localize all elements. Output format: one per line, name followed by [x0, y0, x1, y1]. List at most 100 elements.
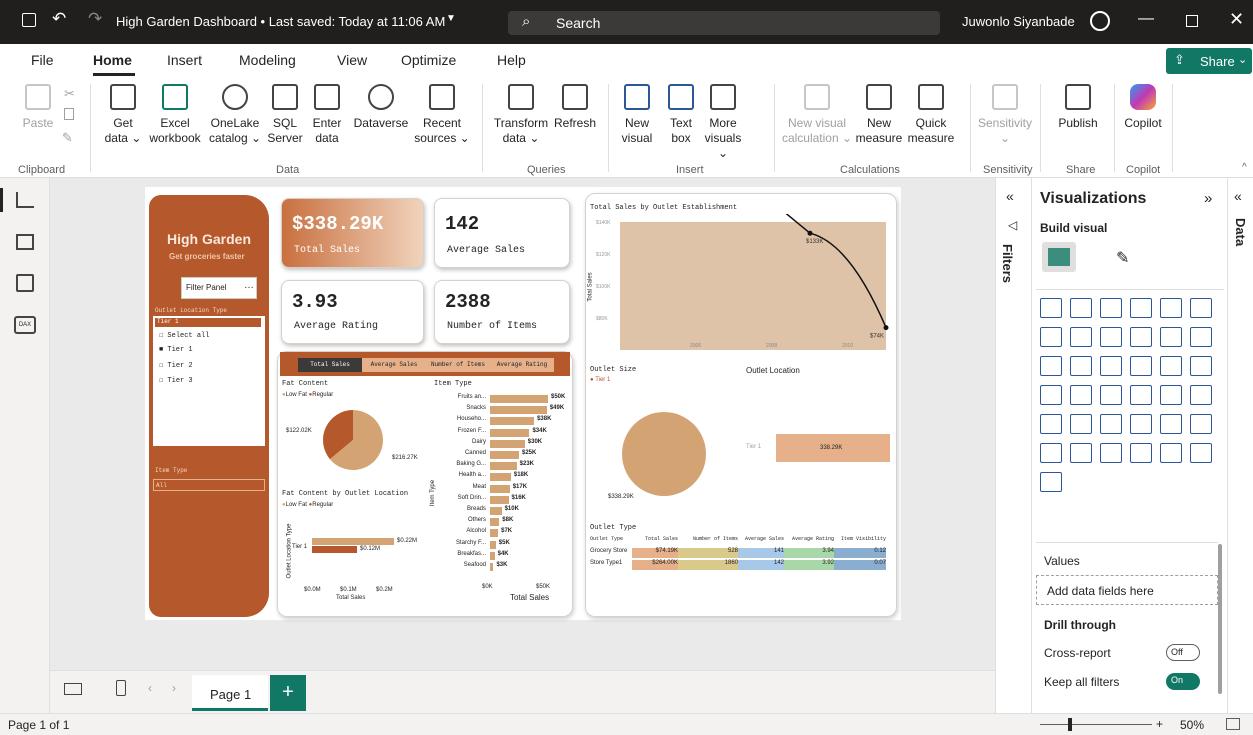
button-number-of-items[interactable]: Number of Items: [426, 358, 490, 372]
slicer-visual-icon[interactable]: [1190, 385, 1212, 405]
tab-view[interactable]: View: [337, 52, 367, 68]
azure-map-visual-icon[interactable]: [1040, 385, 1062, 405]
fit-to-page-icon[interactable]: [1226, 718, 1240, 730]
maximize-button[interactable]: [1186, 15, 1198, 27]
filled-map-visual-icon[interactable]: [1190, 356, 1212, 376]
waterfall-visual-icon[interactable]: [1160, 327, 1182, 347]
slicer-option-tier-3[interactable]: ☐ Tier 3: [159, 376, 193, 385]
mobile-layout-icon[interactable]: [116, 680, 126, 696]
tab-file[interactable]: File: [31, 52, 54, 68]
search-input[interactable]: Search: [556, 15, 600, 31]
scrollbar[interactable]: [1218, 544, 1222, 694]
button-average-sales[interactable]: Average Sales: [362, 358, 426, 372]
cross-report-toggle[interactable]: Off: [1166, 644, 1200, 661]
gauge-visual-icon[interactable]: [1070, 385, 1092, 405]
chevron-down-icon[interactable]: ▼: [446, 13, 456, 24]
zoom-in-icon[interactable]: +: [1156, 717, 1163, 731]
refresh-button[interactable]: Refresh: [552, 82, 598, 131]
filter-panel-button[interactable]: Filter Panel …: [181, 277, 257, 299]
python-visual-icon[interactable]: [1130, 414, 1152, 434]
build-visual-tab[interactable]: [1042, 242, 1076, 272]
zoom-slider[interactable]: [1040, 724, 1152, 725]
key-influencers-visual-icon[interactable]: [1160, 414, 1182, 434]
treemap-visual-icon[interactable]: [1130, 356, 1152, 376]
prev-page-icon[interactable]: ‹: [148, 681, 152, 695]
clustered-column-visual-icon[interactable]: [1160, 298, 1182, 318]
sql-server-button[interactable]: SQL Server: [266, 82, 304, 146]
100-bar-visual-icon[interactable]: [1100, 298, 1122, 318]
values-well[interactable]: Add data fields here: [1036, 575, 1218, 605]
keep-all-filters-toggle[interactable]: On: [1166, 673, 1200, 690]
table-visual-icon[interactable]: [1040, 414, 1062, 434]
tab-home[interactable]: Home: [93, 52, 132, 68]
next-page-icon[interactable]: ›: [172, 681, 176, 695]
quick-measure-button[interactable]: Quick measure: [904, 82, 958, 146]
filters-label[interactable]: Filters: [1000, 244, 1015, 283]
scatter-visual-icon[interactable]: [1040, 356, 1062, 376]
tab-help[interactable]: Help: [497, 52, 526, 68]
map-visual-icon[interactable]: [1160, 356, 1182, 376]
collapse-ribbon-icon[interactable]: ^: [1242, 162, 1247, 173]
decomposition-visual-icon[interactable]: [1190, 414, 1212, 434]
zoom-slider-thumb[interactable]: [1068, 718, 1072, 731]
collapse-filters-icon[interactable]: «: [1006, 188, 1014, 204]
add-page-button[interactable]: +: [270, 675, 306, 711]
donut-visual-icon[interactable]: [1100, 356, 1122, 376]
slicer-option-tier-2[interactable]: ☐ Tier 2: [159, 361, 193, 370]
text-box-button[interactable]: Text box: [664, 82, 698, 146]
desktop-layout-icon[interactable]: [64, 683, 82, 695]
get-data-button[interactable]: Get data ⌄: [102, 82, 144, 146]
dax-query-view-icon[interactable]: DAX: [14, 316, 36, 334]
tab-insert[interactable]: Insert: [167, 52, 202, 68]
qa-visual-icon[interactable]: [1040, 443, 1062, 463]
stacked-area-visual-icon[interactable]: [1100, 327, 1122, 347]
kpi-visual-icon[interactable]: [1160, 385, 1182, 405]
user-name[interactable]: Juwonlo Siyanbade: [962, 14, 1075, 29]
tab-optimize[interactable]: Optimize: [401, 52, 456, 68]
stacked-column-visual-icon[interactable]: [1130, 298, 1152, 318]
publish-button[interactable]: Publish: [1052, 82, 1104, 131]
dataverse-button[interactable]: Dataverse: [350, 82, 412, 131]
more-options-icon[interactable]: …: [244, 280, 254, 291]
area-visual-icon[interactable]: [1070, 327, 1092, 347]
expand-icon[interactable]: »: [1204, 190, 1212, 207]
copilot-button[interactable]: Copilot: [1118, 82, 1168, 131]
tab-modeling[interactable]: Modeling: [239, 52, 296, 68]
slicer-dropdown[interactable]: Tier 1: [155, 318, 261, 327]
search-box[interactable]: ⌕ Search: [508, 11, 940, 35]
data-label[interactable]: Data: [1233, 218, 1248, 246]
report-view-icon[interactable]: [16, 192, 34, 208]
multi-card-visual-icon[interactable]: [1130, 385, 1152, 405]
more-visual-icon[interactable]: [1040, 472, 1062, 492]
clustered-bar-visual-icon[interactable]: [1070, 298, 1092, 318]
100-column-visual-icon[interactable]: [1190, 298, 1212, 318]
page-tab-page-1[interactable]: Page 1: [192, 675, 268, 711]
minimize-button[interactable]: —: [1138, 10, 1154, 28]
excel-workbook-button[interactable]: Excel workbook: [145, 82, 205, 146]
close-button[interactable]: ✕: [1229, 9, 1244, 30]
pie-visual-icon[interactable]: [1070, 356, 1092, 376]
item-type-dropdown[interactable]: All: [153, 479, 265, 491]
slicer-option-tier-1[interactable]: ■ Tier 1: [159, 346, 193, 354]
format-visual-icon[interactable]: ✎: [1116, 248, 1129, 268]
collapse-data-icon[interactable]: «: [1234, 188, 1242, 204]
narrative-visual-icon[interactable]: [1190, 443, 1212, 463]
funnel-visual-icon[interactable]: [1190, 327, 1212, 347]
undo-icon[interactable]: ↶: [52, 9, 66, 29]
onelake-catalog-button[interactable]: OneLake catalog ⌄: [206, 82, 264, 146]
line-visual-icon[interactable]: [1040, 327, 1062, 347]
matrix-visual-icon[interactable]: [1070, 414, 1092, 434]
smart-narrative-visual-icon[interactable]: [1070, 443, 1092, 463]
outlet-location-slicer[interactable]: Outlet Location Type Tier 1 ☐ Select all…: [153, 306, 265, 446]
model-view-icon[interactable]: [16, 274, 34, 292]
recent-sources-button[interactable]: Recent sources ⌄: [414, 82, 470, 146]
slicer-option-select-all[interactable]: ☐ Select all: [159, 331, 209, 340]
share-button[interactable]: ⇪ Share ⌄: [1166, 48, 1252, 74]
table-view-icon[interactable]: [16, 234, 34, 250]
button-average-rating[interactable]: Average Rating: [490, 358, 554, 372]
r-visual-visual-icon[interactable]: [1100, 414, 1122, 434]
button-total-sales[interactable]: Total Sales: [298, 358, 362, 372]
power-automate-visual-icon[interactable]: [1160, 443, 1182, 463]
enter-data-button[interactable]: Enter data: [308, 82, 346, 146]
power-apps-visual-icon[interactable]: [1130, 443, 1152, 463]
